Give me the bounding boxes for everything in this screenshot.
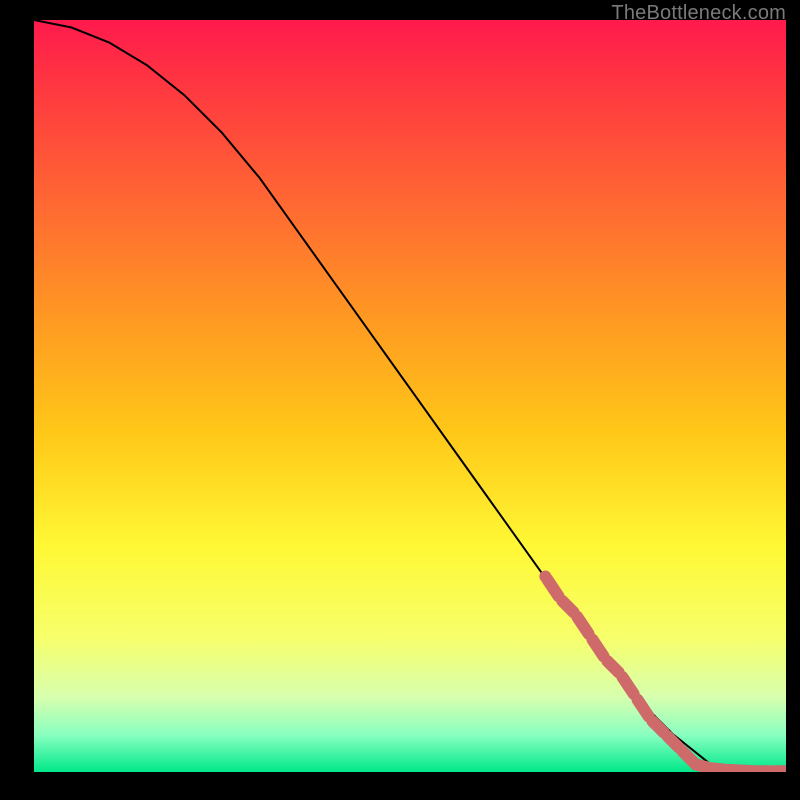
- highlight-dot: [539, 570, 551, 582]
- highlight-dash: [713, 768, 724, 769]
- plot-area: [34, 20, 786, 772]
- highlight-dash: [698, 765, 709, 768]
- highlight-dot: [780, 765, 786, 772]
- highlight-dot: [690, 758, 702, 770]
- highlight-dash: [668, 736, 679, 747]
- highlight-dash: [562, 601, 573, 612]
- highlight-dash: [653, 721, 664, 732]
- highlight-dash: [683, 751, 694, 762]
- chart-frame: TheBottleneck.com: [0, 0, 800, 800]
- highlight-dash: [577, 617, 588, 634]
- curve-layer: [34, 20, 786, 772]
- highlight-dash: [607, 661, 618, 672]
- main-curve: [34, 20, 786, 772]
- highlight-dash: [622, 677, 633, 694]
- highlight-dash: [728, 770, 739, 771]
- highlight-dash: [592, 639, 603, 656]
- highlight-dot: [690, 758, 702, 770]
- highlight-dash: [637, 700, 648, 717]
- highlight-dash: [547, 579, 558, 596]
- highlight-dash: [743, 771, 754, 772]
